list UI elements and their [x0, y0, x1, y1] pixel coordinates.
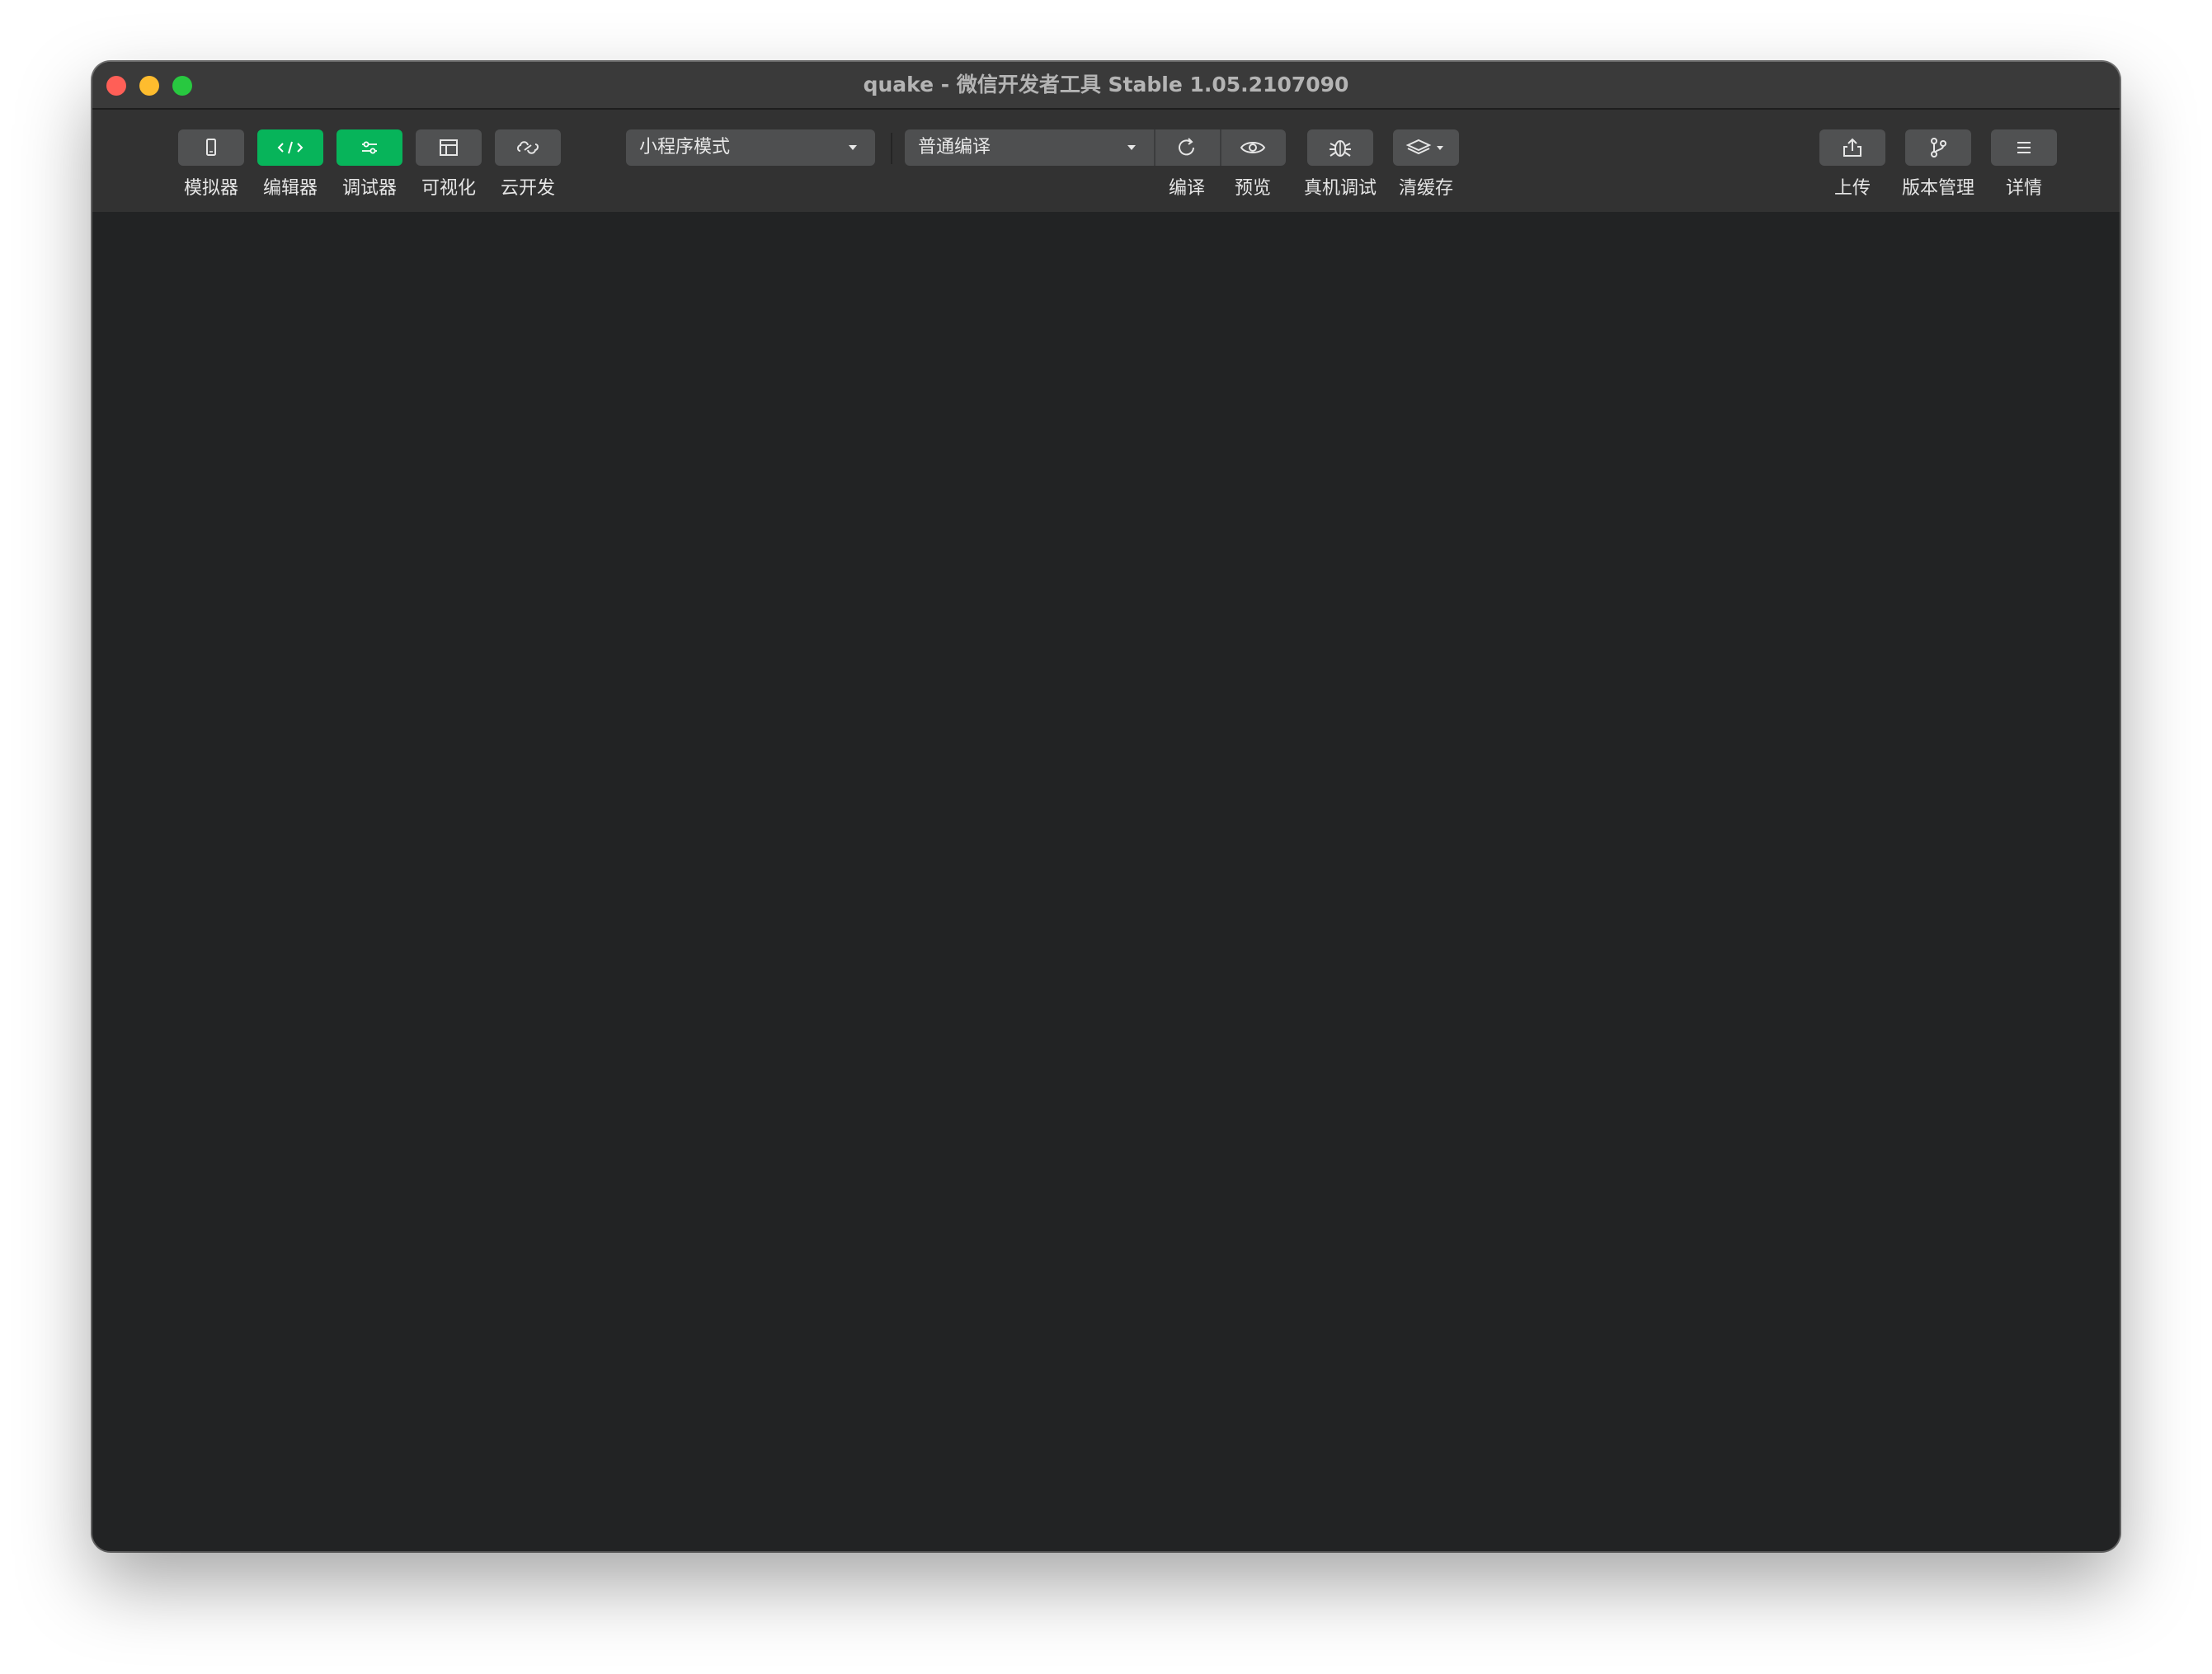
layers-icon [1405, 139, 1443, 155]
workspace-area [92, 212, 2120, 1551]
eye-icon [1240, 142, 1266, 153]
sliders-icon [362, 141, 377, 154]
simulator-button[interactable] [178, 129, 244, 166]
clear-cache-tool[interactable]: 清缓存 [1393, 129, 1459, 200]
details-tool[interactable]: 详情 [1991, 129, 2057, 200]
mode-select-value: 小程序模式 [639, 137, 731, 158]
version-button[interactable] [1905, 129, 1971, 166]
toolbar: 模拟器 编辑器 调试器 可视化 云开发 小程序模式 普通编译 编译 预览 真机调… [92, 110, 2120, 212]
details-label: 详情 [2005, 178, 2042, 199]
app-window: quake - 微信开发者工具 Stable 1.05.2107090 模拟器 … [92, 62, 2120, 1551]
version-label: 版本管理 [1901, 178, 1974, 199]
editor-tool[interactable]: 编辑器 [257, 129, 323, 200]
debugger-button[interactable] [337, 129, 402, 166]
layout-icon [440, 139, 458, 156]
toolbar-divider [891, 133, 892, 164]
version-tool[interactable]: 版本管理 [1902, 129, 1974, 200]
preview-label: 预览 [1234, 178, 1271, 199]
upload-button[interactable] [1819, 129, 1885, 166]
upload-icon [1843, 138, 1861, 157]
branch-icon [1931, 138, 1946, 158]
clear-cache-label: 清缓存 [1398, 178, 1453, 199]
clear-cache-button[interactable] [1393, 129, 1459, 166]
chevron-down-icon [849, 145, 857, 150]
cloud-dev-button[interactable] [495, 129, 561, 166]
cloud-link-icon [517, 141, 539, 154]
visual-button[interactable] [416, 129, 482, 166]
phone-icon [206, 139, 216, 156]
compile-mode-select-value: 普通编译 [918, 137, 991, 158]
simulator-tool[interactable]: 模拟器 [178, 129, 244, 200]
visual-tool[interactable]: 可视化 [416, 129, 482, 200]
refresh-icon [1179, 138, 1194, 156]
mode-select[interactable]: 小程序模式 [626, 129, 875, 166]
remote-debug-button[interactable] [1307, 129, 1373, 166]
preview-button[interactable] [1220, 129, 1286, 166]
preview-tool[interactable]: 预览 [1220, 129, 1286, 200]
compile-button[interactable] [1154, 129, 1220, 166]
compile-mode-select[interactable]: 普通编译 [905, 129, 1154, 166]
menu-icon [2017, 142, 2031, 153]
code-icon [277, 141, 304, 154]
remote-debug-label: 真机调试 [1303, 178, 1377, 199]
upload-label: 上传 [1833, 178, 1871, 199]
title-bar[interactable]: quake - 微信开发者工具 Stable 1.05.2107090 [92, 62, 2120, 110]
window-title: quake - 微信开发者工具 Stable 1.05.2107090 [863, 73, 1349, 96]
chevron-down-icon [1127, 145, 1136, 150]
editor-button[interactable] [257, 129, 323, 166]
cloud-dev-label: 云开发 [500, 178, 555, 199]
bug-icon [1330, 140, 1351, 157]
details-button[interactable] [1991, 129, 2057, 166]
remote-debug-tool[interactable]: 真机调试 [1304, 129, 1377, 200]
debugger-tool[interactable]: 调试器 [337, 129, 402, 200]
upload-tool[interactable]: 上传 [1819, 129, 1885, 200]
cloud-dev-tool[interactable]: 云开发 [495, 129, 561, 200]
